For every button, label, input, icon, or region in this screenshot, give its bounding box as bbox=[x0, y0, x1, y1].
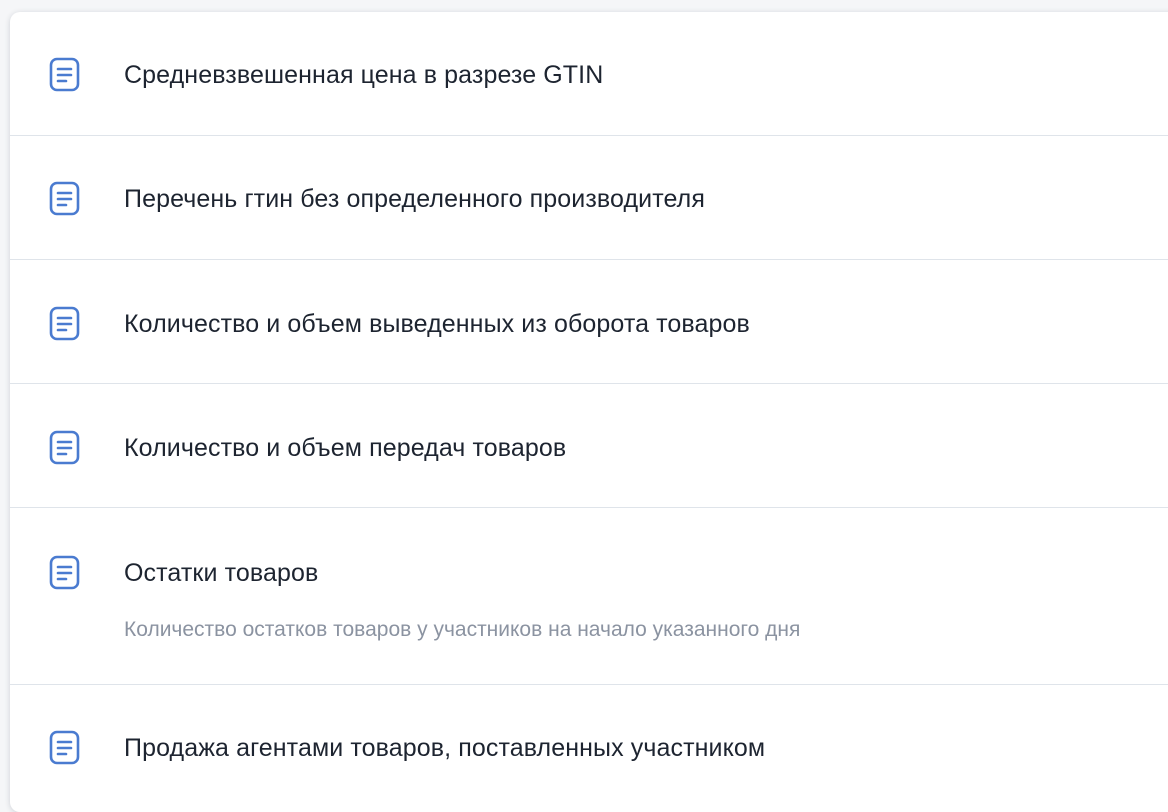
document-icon bbox=[48, 555, 84, 591]
report-item-title: Продажа агентами товаров, поставленных у… bbox=[124, 734, 766, 762]
report-item-gtin-no-producer[interactable]: Перечень гтин без определенного производ… bbox=[10, 136, 1168, 260]
report-item-withdrawn-goods[interactable]: Количество и объем выведенных из оборота… bbox=[10, 260, 1168, 384]
report-item-agent-sales[interactable]: Продажа агентами товаров, поставленных у… bbox=[10, 685, 1168, 812]
report-item-title: Количество и объем передач товаров bbox=[124, 434, 567, 462]
report-item-stock-balance[interactable]: Остатки товаров Количество остатков това… bbox=[10, 508, 1168, 685]
report-item-title: Средневзвешенная цена в разрезе GTIN bbox=[124, 61, 604, 89]
document-icon bbox=[48, 57, 84, 93]
report-item-weighted-price[interactable]: Средневзвешенная цена в разрезе GTIN bbox=[10, 12, 1168, 136]
report-item-title: Перечень гтин без определенного производ… bbox=[124, 185, 705, 213]
report-item-title: Количество и объем выведенных из оборота… bbox=[124, 310, 750, 338]
report-item-title: Остатки товаров bbox=[124, 559, 319, 587]
document-icon bbox=[48, 306, 84, 342]
document-icon bbox=[48, 430, 84, 466]
report-item-description: Количество остатков товаров у участников… bbox=[124, 618, 801, 641]
report-list-panel: Средневзвешенная цена в разрезе GTIN Пер… bbox=[10, 12, 1168, 812]
document-icon bbox=[48, 730, 84, 766]
report-item-goods-transfers[interactable]: Количество и объем передач товаров bbox=[10, 384, 1168, 508]
document-icon bbox=[48, 181, 84, 217]
